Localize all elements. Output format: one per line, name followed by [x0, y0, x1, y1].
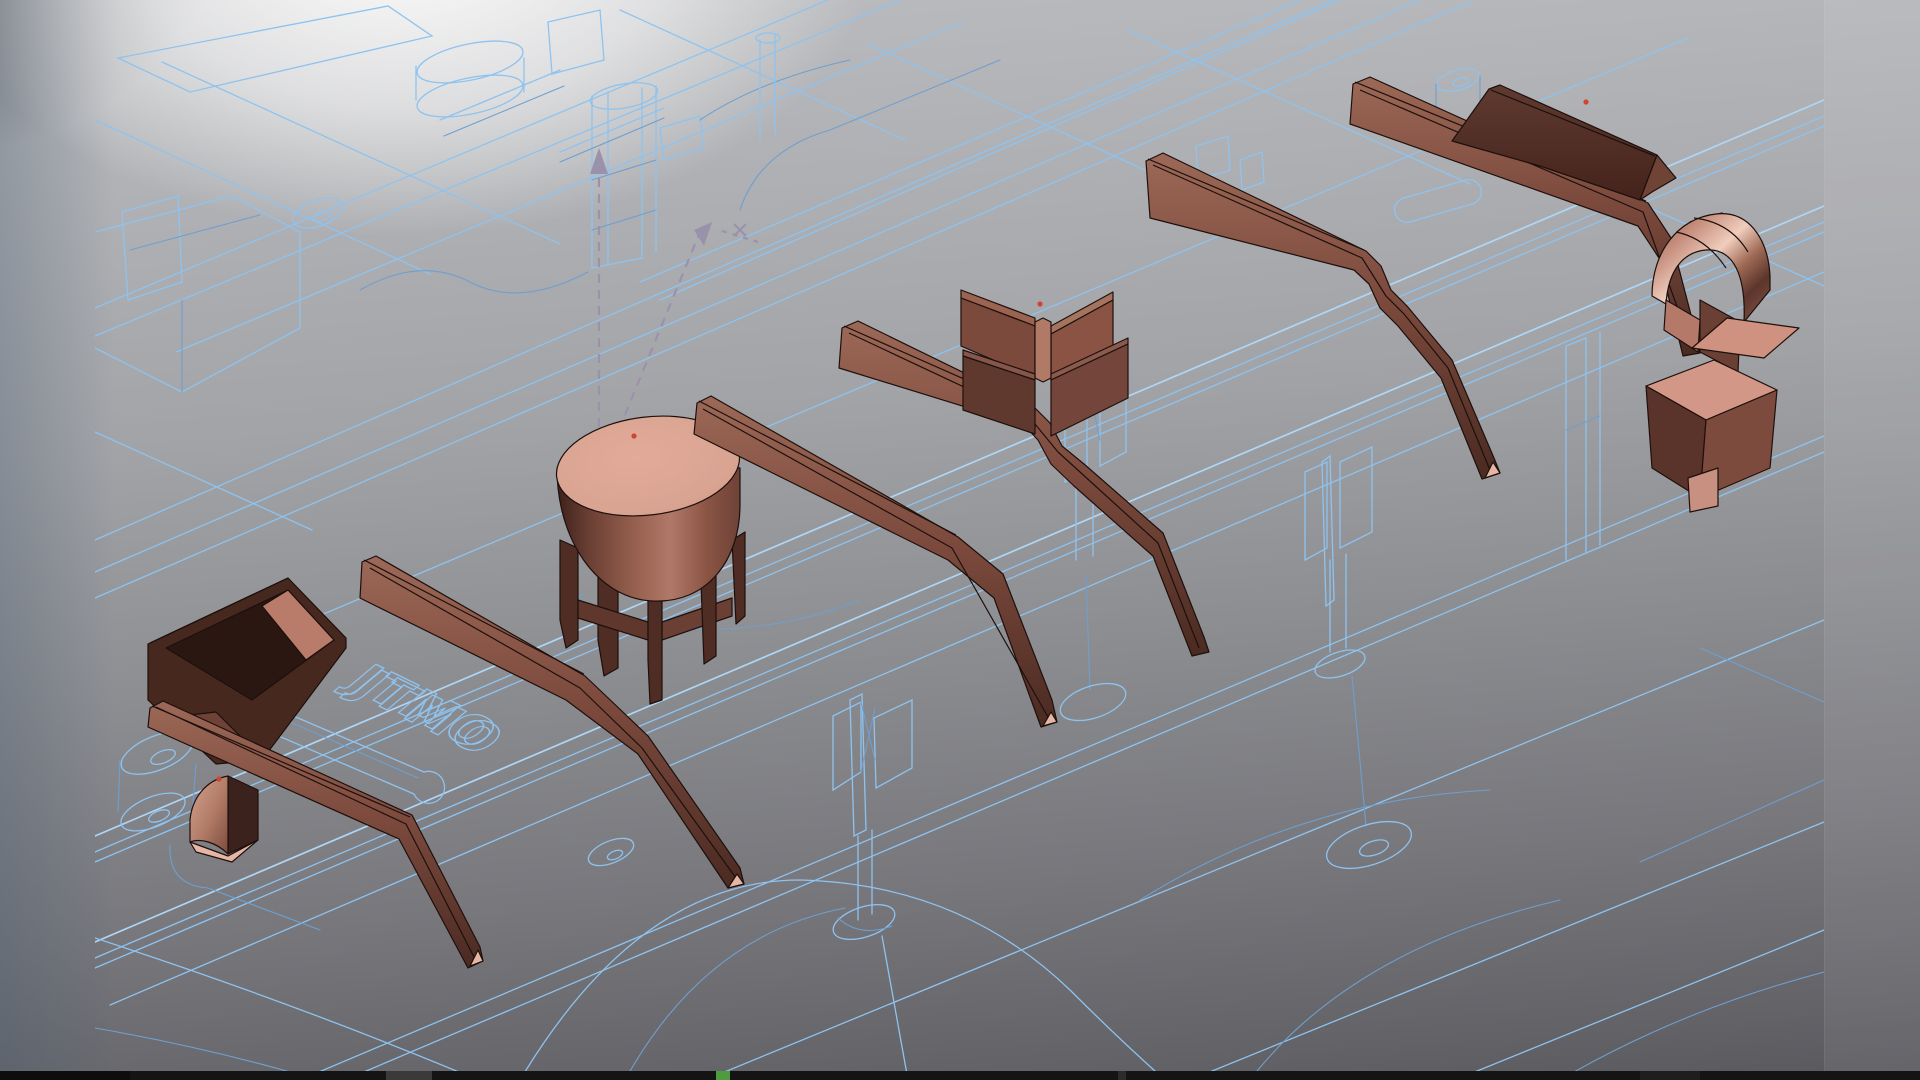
viewport-right-margin [1824, 0, 1920, 1080]
taskbar-accent-segment [716, 1071, 730, 1080]
cross-fin-electrode[interactable] [961, 290, 1128, 436]
rib-strap-electrode-5[interactable] [1146, 153, 1500, 479]
axis-x-glyph [734, 224, 746, 236]
axis-diagonal-arrowhead [694, 222, 712, 246]
taskbar-segment [386, 1071, 432, 1080]
viewport-canvas: JTMO JTMO [0, 0, 1920, 1080]
taskbar-segment [1118, 1071, 1126, 1080]
corner-wedge-electrode[interactable] [190, 776, 258, 862]
taskbar-segment [1640, 1071, 1700, 1080]
taskbar-segment [0, 1071, 130, 1080]
axis-tick-marks [722, 231, 758, 242]
taskbar-sliver[interactable] [0, 1071, 1920, 1080]
point-marker [216, 776, 221, 781]
point-marker [631, 433, 636, 438]
finned-cylinder-electrode[interactable] [551, 406, 746, 704]
hopper-box-electrode[interactable] [1646, 360, 1777, 512]
point-marker [1583, 99, 1588, 104]
axis-up-arrowhead [590, 148, 608, 174]
cad-viewport[interactable]: JTMO JTMO [0, 0, 1920, 1080]
point-marker [1037, 301, 1042, 306]
